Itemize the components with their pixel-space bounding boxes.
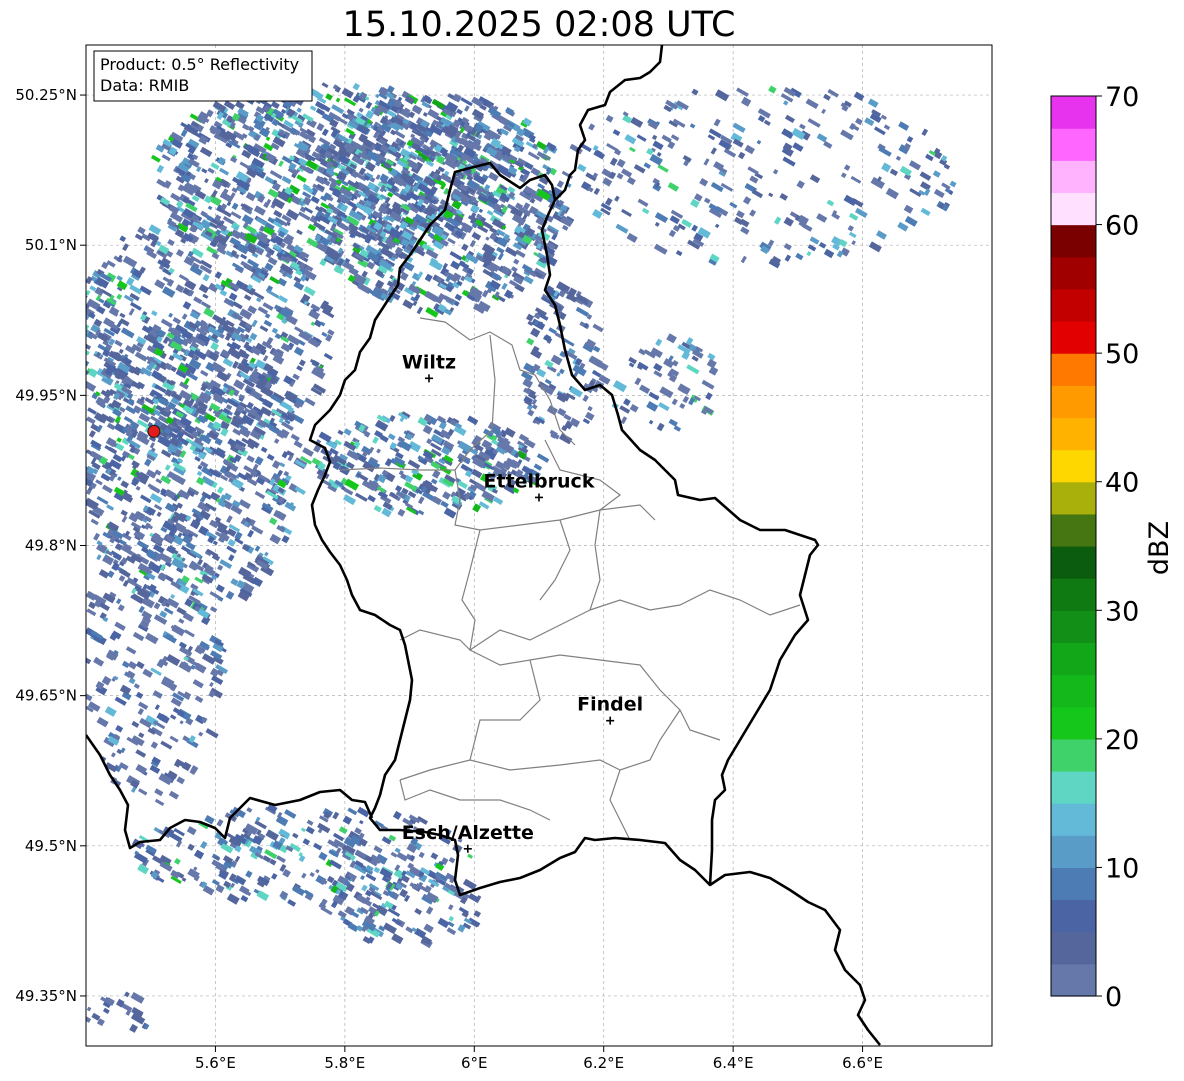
colorbar-segment xyxy=(1051,353,1096,386)
colorbar-tick-label: 0 xyxy=(1105,982,1122,1013)
colorbar-segment xyxy=(1051,546,1096,579)
colorbar-segment xyxy=(1051,738,1096,772)
colorbar-segment xyxy=(1051,288,1096,322)
colorbar-segment xyxy=(1051,449,1096,483)
colorbar-tick-label: 70 xyxy=(1105,82,1139,113)
colorbar-tick-label: 20 xyxy=(1105,725,1139,756)
colorbar-segment xyxy=(1051,867,1096,901)
colorbar-segment xyxy=(1051,706,1096,740)
colorbar-tick-label: 10 xyxy=(1105,853,1139,884)
colorbar-segment xyxy=(1051,513,1096,547)
colorbar: 0 10 20 30 40 50 60 70 dBZ xyxy=(1050,82,1175,1013)
colorbar-segment xyxy=(1051,224,1096,258)
colorbar-segment xyxy=(1051,578,1096,611)
colorbar-ticks: 0 10 20 30 40 50 60 70 xyxy=(1096,82,1139,1013)
colorbar-tick-label: 30 xyxy=(1105,596,1139,627)
colorbar-segment xyxy=(1051,192,1096,226)
colorbar-segment xyxy=(1051,96,1096,129)
colorbar-segment xyxy=(1051,899,1096,933)
colorbar-segment xyxy=(1051,674,1096,708)
colorbar-segment xyxy=(1051,160,1096,194)
colorbar-segment xyxy=(1051,256,1096,290)
colorbar-tick-label: 50 xyxy=(1105,339,1139,370)
colorbar-blocks xyxy=(1051,96,1096,997)
colorbar-segment xyxy=(1051,642,1096,676)
colorbar-segment xyxy=(1051,803,1096,836)
colorbar-label: dBZ xyxy=(1144,521,1175,575)
colorbar-segment xyxy=(1051,771,1096,804)
colorbar-segment xyxy=(1051,417,1096,451)
colorbar-tick-label: 60 xyxy=(1105,211,1139,242)
colorbar-segment xyxy=(1051,610,1096,644)
colorbar-segment xyxy=(1051,963,1096,997)
colorbar-segment xyxy=(1051,931,1096,965)
colorbar-segment xyxy=(1051,128,1096,161)
colorbar-segment xyxy=(1051,481,1096,515)
colorbar-segment xyxy=(1051,321,1096,354)
colorbar-tick-label: 40 xyxy=(1105,468,1139,499)
colorbar-segment xyxy=(1051,835,1096,869)
colorbar-segment xyxy=(1051,385,1096,419)
